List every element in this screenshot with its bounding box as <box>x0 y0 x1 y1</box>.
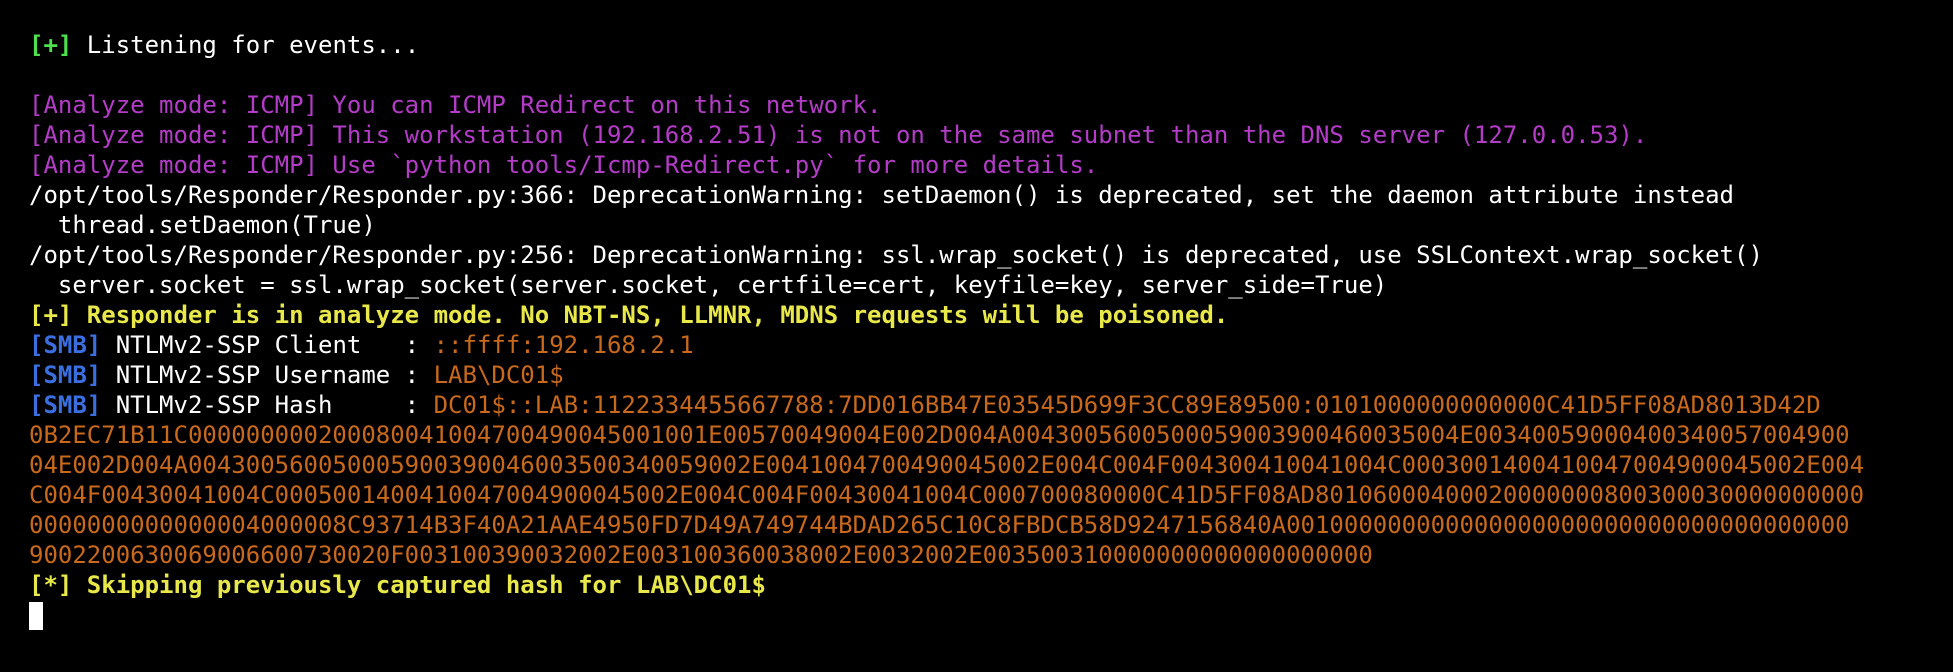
username-label: NTLMv2-SSP Username : <box>101 361 434 389</box>
listening-text: Listening for events... <box>72 31 420 59</box>
terminal-window[interactable]: [+] Listening for events... [Analyze mod… <box>0 0 1953 672</box>
warning-line: thread.setDaemon(True) <box>29 211 376 239</box>
client-label: NTLMv2-SSP Client : <box>101 331 434 359</box>
analyze-line: [Analyze mode: ICMP] Use `python tools/I… <box>29 151 1099 179</box>
hash-continuation: 0000000000000004000008C93714B3F40A21AAE4… <box>29 511 1850 539</box>
hash-continuation: 9002200630069006600730020F00310039003200… <box>29 541 1373 569</box>
hash-label: NTLMv2-SSP Hash : <box>101 391 434 419</box>
hash-value: DC01$::LAB:1122334455667788:7DD016BB47E0… <box>433 391 1821 419</box>
hash-continuation: 0B2EC71B11C00000000020008004100470049004… <box>29 421 1850 449</box>
smb-hash-line: [SMB] NTLMv2-SSP Hash : DC01$::LAB:11223… <box>29 390 1953 420</box>
hash-continuation: 04E002D004A00430056005000590039004600350… <box>29 451 1865 479</box>
smb-tag: [SMB] <box>29 331 102 359</box>
analyze-line: [Analyze mode: ICMP] This workstation (1… <box>29 121 1648 149</box>
status-prefix: [+] <box>29 31 73 59</box>
smb-tag: [SMB] <box>29 361 102 389</box>
username-value: LAB\DC01$ <box>433 361 564 389</box>
prompt-line[interactable] <box>29 600 1953 630</box>
cursor <box>29 602 43 630</box>
analyze-line: [Analyze mode: ICMP] You can ICMP Redire… <box>29 91 882 119</box>
smb-tag: [SMB] <box>29 391 102 419</box>
smb-username-line: [SMB] NTLMv2-SSP Username : LAB\DC01$ <box>29 360 1953 390</box>
warning-line: /opt/tools/Responder/Responder.py:366: D… <box>29 181 1735 209</box>
listening-line: [+] Listening for events... <box>29 30 1953 60</box>
analyze-mode-notice: [+] Responder is in analyze mode. No NBT… <box>29 301 1229 329</box>
client-value: ::ffff:192.168.2.1 <box>433 331 694 359</box>
warning-line: server.socket = ssl.wrap_socket(server.s… <box>29 271 1388 299</box>
hash-continuation: C004F00430041004C00050014004100470049000… <box>29 481 1865 509</box>
smb-client-line: [SMB] NTLMv2-SSP Client : ::ffff:192.168… <box>29 330 1953 360</box>
warning-line: /opt/tools/Responder/Responder.py:256: D… <box>29 241 1763 269</box>
skip-notice: [*] Skipping previously captured hash fo… <box>29 571 766 599</box>
